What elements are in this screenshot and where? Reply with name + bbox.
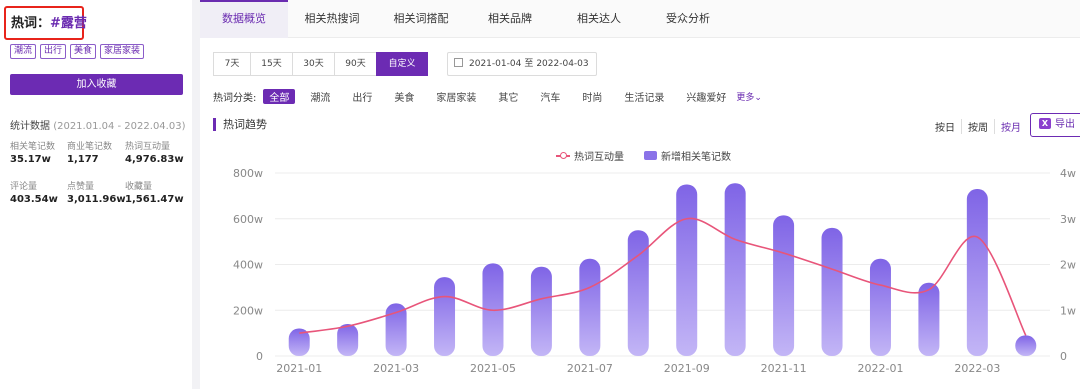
- stat-label: 商业笔记数: [67, 142, 113, 152]
- y-left-tick-label: 800w: [233, 167, 263, 180]
- y-right-tick-label: 4w: [1060, 167, 1076, 180]
- stat-label: 相关笔记数: [10, 142, 56, 152]
- bar: [579, 258, 601, 356]
- tag-jiaju[interactable]: 家居家装: [100, 44, 145, 59]
- x-tick-label: 2021-09: [664, 362, 710, 375]
- stat-commercial-notes: 商业笔记数 1,177: [67, 139, 112, 165]
- stats-range: (2021.01.04 - 2022.04.03): [53, 121, 186, 132]
- line-series: [299, 217, 1027, 336]
- bar: [966, 189, 988, 356]
- tag-meishi[interactable]: 美食: [70, 44, 97, 59]
- y-right-tick-label: 2w: [1060, 259, 1076, 272]
- x-tick-label: 2021-05: [470, 362, 516, 375]
- stat-likes: 点赞量 3,011.96w: [67, 179, 126, 205]
- x-tick-label: 2021-01: [276, 362, 322, 375]
- bar: [385, 303, 407, 356]
- hot-word-label: 热词：: [11, 16, 51, 31]
- stat-value: 35.17w: [10, 154, 51, 165]
- y-right-tick-label: 0: [1060, 350, 1067, 363]
- sidebar: 热词：#露营 潮流 出行 美食 家居家装 加入收藏 统计数据 (2021.01.…: [0, 0, 192, 389]
- bar: [821, 227, 843, 356]
- bar: [773, 215, 795, 356]
- stat-label: 评论量: [10, 182, 38, 192]
- x-tick-label: 2021-07: [567, 362, 613, 375]
- y-left-tick-label: 600w: [233, 213, 263, 226]
- stat-value: 403.54w: [10, 194, 58, 205]
- stat-value: 1,177: [67, 154, 99, 165]
- main-panel: 数据概览 相关热搜词 相关词搭配 相关品牌 相关达人 受众分析 7天 15天 3…: [200, 0, 1080, 389]
- stat-label: 点赞量: [67, 182, 95, 192]
- bar: [869, 258, 891, 356]
- trend-chart: 0 200w 400w 600w 800w 0 1w 2w 3w 4w 2021-01 2021-…: [233, 167, 1076, 375]
- x-tick-label: 2022-01: [857, 362, 903, 375]
- x-tick-label: 2022-03: [954, 362, 1000, 375]
- stat-value: 4,976.83w: [125, 154, 184, 165]
- stat-value: 3,011.96w: [67, 194, 126, 205]
- bar: [724, 183, 746, 356]
- stats-header: 统计数据 (2021.01.04 - 2022.04.03): [10, 117, 185, 132]
- bar: [918, 282, 940, 356]
- y-right-tick-label: 3w: [1060, 213, 1076, 226]
- hot-word-title: 热词：#露营: [4, 6, 87, 40]
- stat-label: 收藏量: [125, 182, 153, 192]
- tag-chaoliu[interactable]: 潮流: [10, 44, 37, 59]
- bar: [676, 184, 698, 356]
- stat-notes: 相关笔记数 35.17w: [10, 139, 55, 165]
- y-left-tick-label: 0: [256, 350, 263, 363]
- x-tick-label: 2021-03: [373, 362, 419, 375]
- stat-comments: 评论量 403.54w: [10, 179, 58, 205]
- add-favorite-button[interactable]: 加入收藏: [10, 74, 183, 95]
- y-left-tick-label: 400w: [233, 259, 263, 272]
- x-tick-label: 2021-11: [761, 362, 807, 375]
- tag-list: 潮流 出行 美食 家居家装: [10, 44, 145, 59]
- bar: [337, 323, 359, 356]
- stat-label: 热词互动量: [125, 142, 171, 152]
- stat-interactions: 热词互动量 4,976.83w: [125, 139, 184, 165]
- stat-value: 1,561.47w: [125, 194, 184, 205]
- stats-title: 统计数据: [10, 121, 50, 132]
- bar: [434, 277, 456, 356]
- y-right-tick-label: 1w: [1060, 304, 1076, 317]
- stat-collects: 收藏量 1,561.47w: [125, 179, 184, 205]
- hot-word-keyword: #露营: [50, 16, 87, 31]
- y-left-tick-label: 200w: [233, 304, 263, 317]
- bar: [1015, 335, 1037, 356]
- tag-chuxing[interactable]: 出行: [40, 44, 67, 59]
- bar: [530, 266, 552, 356]
